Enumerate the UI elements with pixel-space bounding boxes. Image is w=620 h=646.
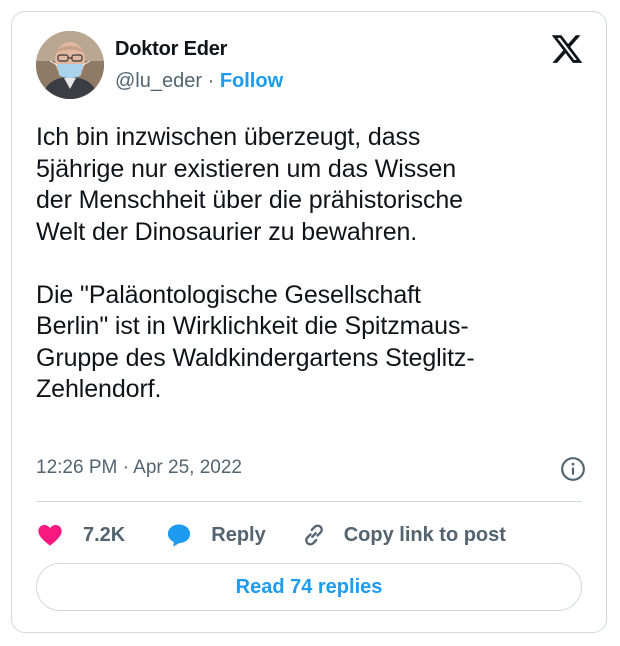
- handle-separator: ·: [202, 70, 220, 92]
- tweet-text: Ich bin inzwischen überzeugt, dass 5jähr…: [36, 122, 586, 406]
- author-handle-row: @lu_eder · Follow: [115, 70, 283, 93]
- like-count: 7.2K: [83, 523, 126, 546]
- divider: [36, 501, 582, 502]
- read-replies-button[interactable]: Read 74 replies: [36, 563, 582, 611]
- like-button[interactable]: 7.2K: [36, 521, 125, 549]
- tweet-paragraph: Ich bin inzwischen überzeugt, dass 5jähr…: [36, 123, 463, 246]
- author-avatar[interactable]: [36, 31, 104, 99]
- author-handle[interactable]: @lu_eder: [115, 70, 202, 92]
- tweet-timestamp[interactable]: 12:26 PM · Apr 25, 2022: [36, 457, 242, 479]
- reply-label: Reply: [211, 523, 266, 546]
- action-bar: 7.2K Reply Copy link to post: [36, 517, 506, 553]
- tweet-card: Doktor Eder @lu_eder · Follow Ich bin in…: [11, 11, 607, 633]
- reply-button[interactable]: Reply: [165, 521, 266, 549]
- author-display-name[interactable]: Doktor Eder: [115, 38, 227, 61]
- speech-bubble-icon: [165, 521, 193, 549]
- tweet-paragraph: Die "Paläontologische Gesellschaft Berli…: [36, 280, 475, 404]
- follow-button[interactable]: Follow: [220, 70, 283, 92]
- heart-icon: [36, 521, 64, 549]
- avatar-photo-icon: [36, 31, 104, 99]
- x-logo-icon[interactable]: [550, 32, 584, 66]
- copy-link-label: Copy link to post: [343, 523, 506, 546]
- info-icon[interactable]: [560, 456, 586, 482]
- copy-link-button[interactable]: Copy link to post: [300, 521, 506, 549]
- link-icon: [300, 521, 328, 549]
